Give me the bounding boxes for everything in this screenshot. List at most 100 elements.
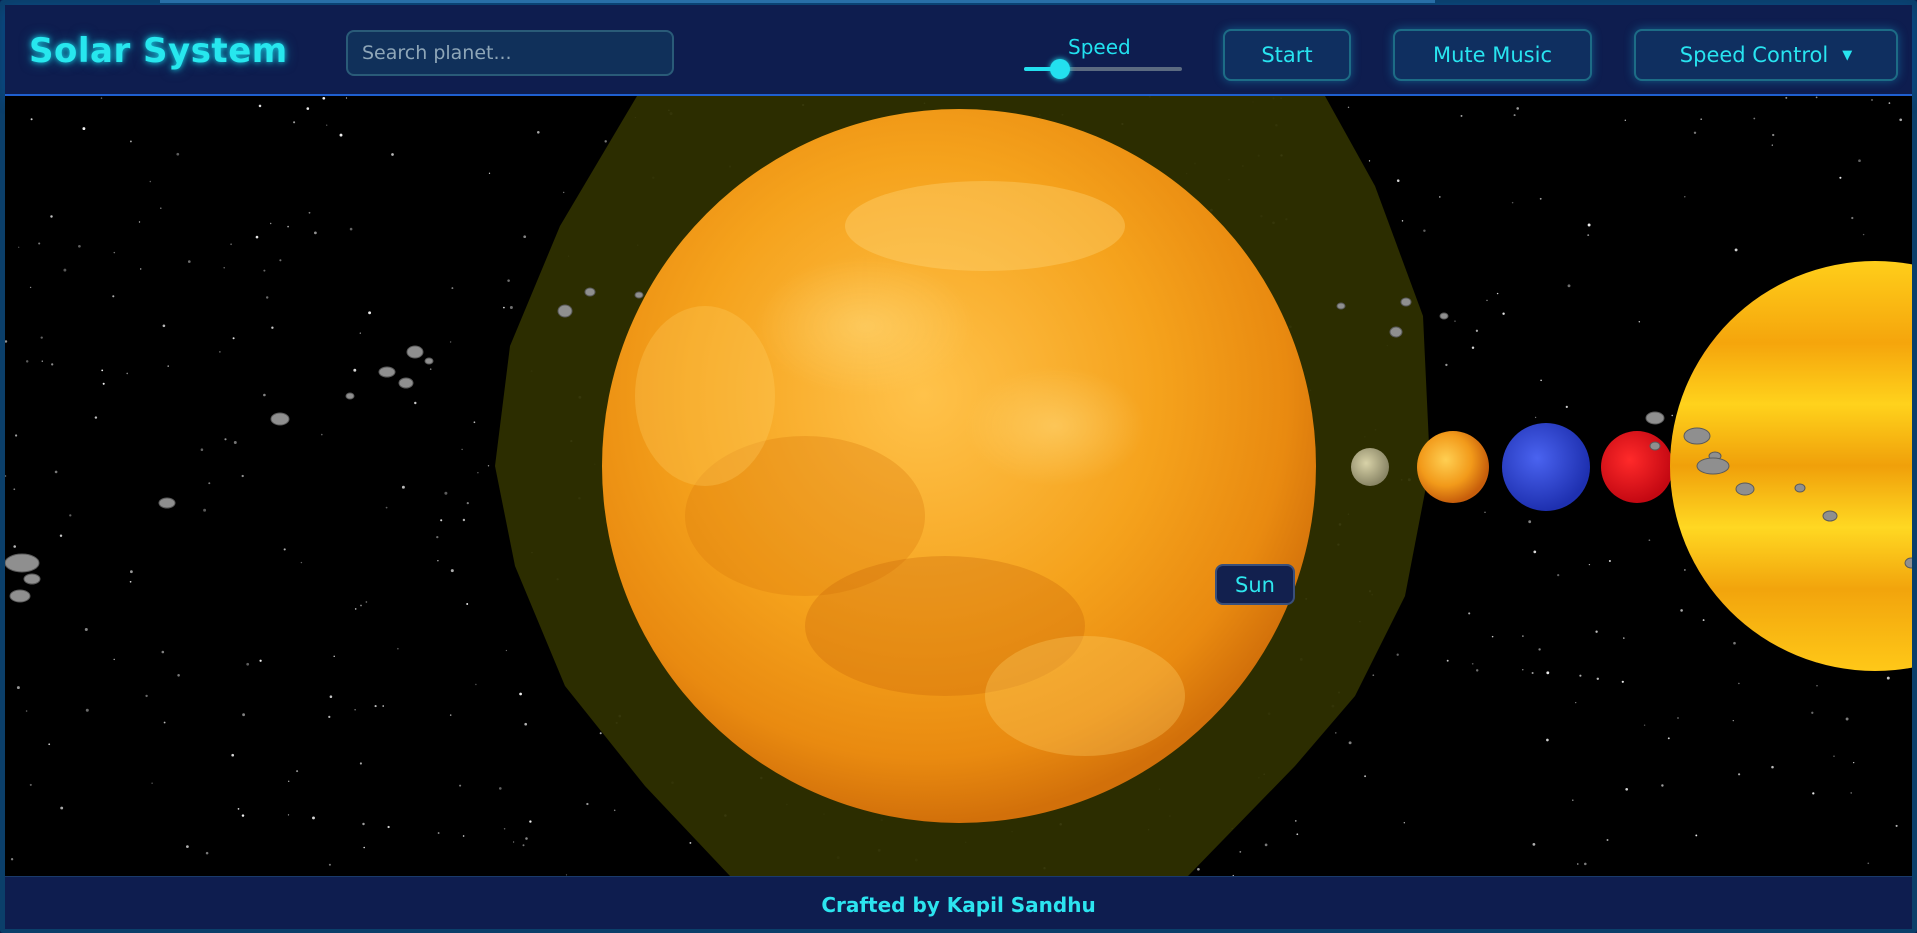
star bbox=[1753, 117, 1756, 120]
star bbox=[151, 782, 153, 784]
start-button-label: Start bbox=[1261, 43, 1313, 67]
star bbox=[1734, 248, 1738, 252]
star bbox=[328, 863, 331, 866]
star bbox=[1845, 717, 1849, 721]
earth-planet[interactable] bbox=[1502, 423, 1590, 511]
star bbox=[255, 235, 259, 239]
star bbox=[314, 231, 317, 235]
header-bar: Solar System Speed Start Mute Music Spee… bbox=[5, 5, 1912, 96]
star bbox=[387, 825, 390, 829]
star bbox=[208, 482, 211, 485]
star bbox=[374, 705, 377, 708]
star bbox=[488, 172, 491, 174]
star bbox=[176, 152, 180, 156]
asteroid bbox=[406, 345, 424, 359]
star bbox=[519, 692, 522, 696]
star bbox=[450, 569, 454, 573]
star bbox=[1528, 520, 1532, 524]
star bbox=[1584, 862, 1587, 866]
star bbox=[689, 841, 692, 844]
star bbox=[466, 501, 469, 505]
star bbox=[1623, 637, 1625, 639]
star bbox=[69, 514, 72, 517]
star bbox=[354, 608, 357, 610]
star bbox=[10, 858, 14, 861]
star bbox=[1471, 346, 1475, 349]
star bbox=[13, 545, 16, 548]
star bbox=[414, 401, 417, 405]
star bbox=[524, 722, 528, 726]
star bbox=[85, 708, 89, 712]
star bbox=[473, 421, 476, 424]
star bbox=[1638, 321, 1641, 323]
star bbox=[1539, 197, 1542, 200]
star bbox=[1608, 559, 1611, 563]
star bbox=[1693, 131, 1697, 134]
star bbox=[1565, 405, 1568, 409]
app-logo: Solar System bbox=[29, 31, 288, 71]
star bbox=[306, 107, 310, 110]
star bbox=[1496, 292, 1499, 295]
star bbox=[203, 508, 207, 512]
speed-slider-thumb[interactable] bbox=[1050, 59, 1071, 79]
star bbox=[312, 816, 315, 820]
asteroid bbox=[1649, 441, 1661, 451]
star bbox=[40, 336, 43, 339]
mute-music-button[interactable]: Mute Music bbox=[1393, 29, 1592, 81]
star bbox=[167, 365, 169, 367]
star bbox=[1738, 682, 1740, 685]
speed-control-dropdown[interactable]: Speed Control ▼ bbox=[1634, 29, 1898, 81]
star bbox=[522, 844, 525, 847]
star bbox=[223, 267, 225, 269]
star bbox=[436, 535, 439, 539]
asteroid bbox=[398, 377, 414, 389]
star bbox=[1899, 118, 1903, 122]
star bbox=[360, 604, 362, 607]
star bbox=[1475, 669, 1479, 672]
speed-slider[interactable] bbox=[1024, 59, 1182, 79]
venus-planet[interactable] bbox=[1417, 431, 1489, 503]
star bbox=[113, 251, 116, 254]
star bbox=[224, 438, 227, 441]
star bbox=[1587, 223, 1591, 227]
star bbox=[1197, 867, 1200, 871]
star bbox=[300, 561, 303, 564]
star bbox=[1862, 233, 1865, 236]
star bbox=[38, 242, 41, 245]
star bbox=[1460, 114, 1463, 117]
star bbox=[322, 96, 326, 100]
star bbox=[129, 580, 132, 583]
solar-system-canvas[interactable]: Sun bbox=[5, 96, 1912, 876]
star bbox=[1295, 820, 1297, 822]
star bbox=[200, 448, 204, 451]
star bbox=[16, 686, 20, 690]
star bbox=[604, 140, 607, 143]
star bbox=[345, 97, 348, 99]
star bbox=[1732, 719, 1734, 722]
scene-graphics bbox=[5, 96, 1912, 876]
star bbox=[84, 628, 88, 631]
star bbox=[100, 97, 103, 99]
star bbox=[138, 221, 141, 223]
star bbox=[1486, 299, 1488, 302]
start-button[interactable]: Start bbox=[1223, 29, 1351, 81]
search-input[interactable] bbox=[346, 30, 674, 76]
star bbox=[50, 215, 53, 218]
star bbox=[263, 269, 266, 272]
star bbox=[1546, 738, 1549, 742]
star bbox=[326, 124, 328, 126]
star bbox=[287, 225, 289, 228]
star bbox=[1888, 102, 1891, 104]
star bbox=[1446, 659, 1449, 662]
star bbox=[1368, 160, 1371, 162]
star bbox=[308, 211, 311, 214]
mars-planet[interactable] bbox=[1601, 431, 1673, 503]
star bbox=[1700, 118, 1703, 121]
asteroid bbox=[270, 412, 290, 426]
star bbox=[187, 260, 191, 263]
star bbox=[359, 332, 361, 334]
mercury-planet[interactable] bbox=[1351, 448, 1389, 486]
star bbox=[1538, 648, 1541, 651]
star bbox=[51, 363, 54, 366]
asteroid bbox=[9, 589, 31, 603]
